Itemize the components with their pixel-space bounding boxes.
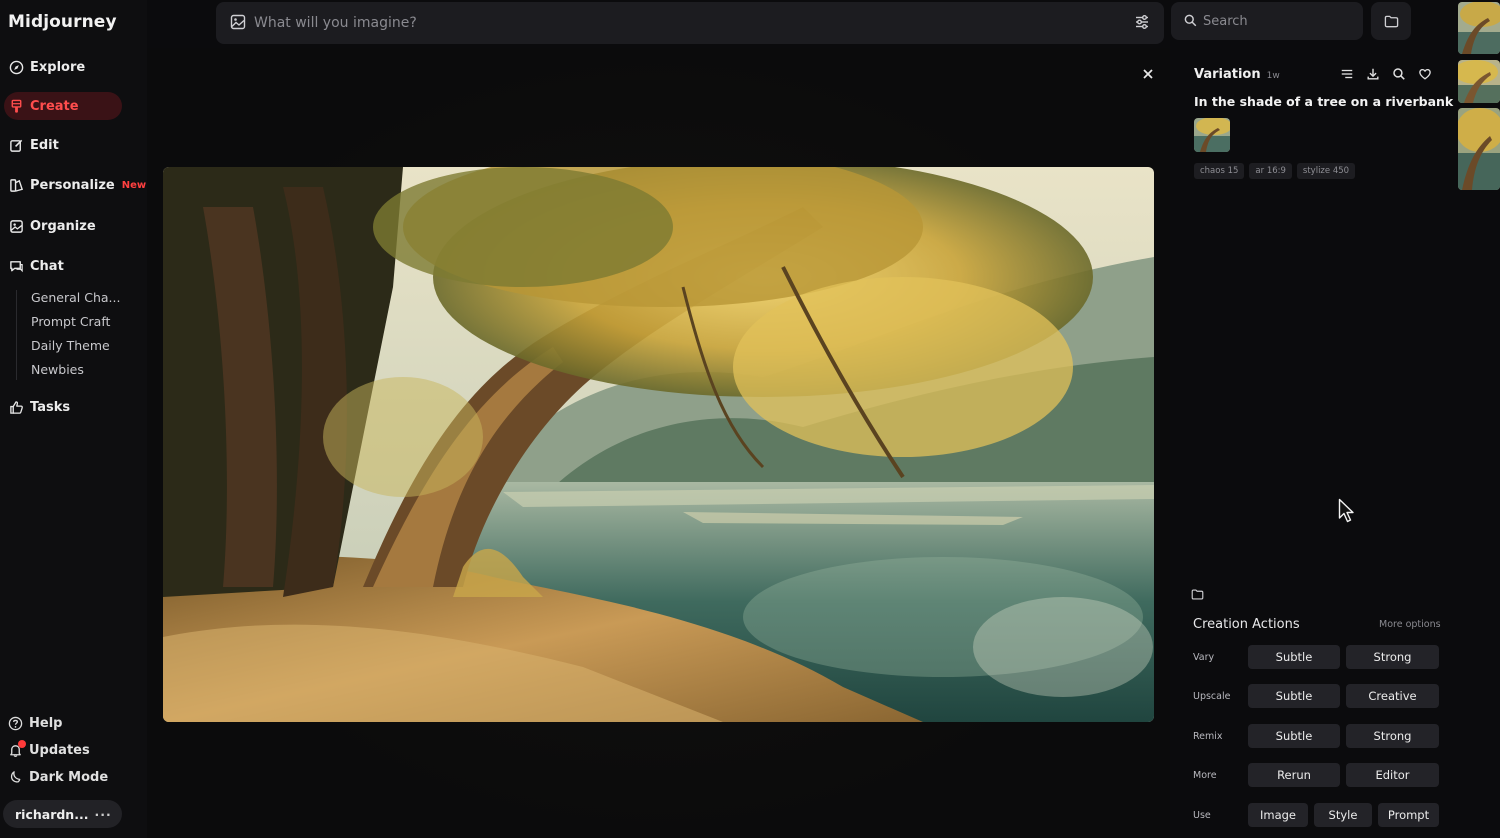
prompt-bar — [216, 2, 1164, 44]
nav-create[interactable]: Create — [4, 92, 122, 120]
nav-personalize-label: Personalize — [30, 177, 115, 193]
thumbnail-image — [1458, 2, 1500, 54]
detail-action-icons — [1340, 67, 1432, 81]
nav-organize[interactable]: Organize — [4, 212, 122, 240]
nav-chat-label: Chat — [30, 258, 64, 274]
reference-image — [1194, 118, 1230, 152]
prompt-input[interactable] — [254, 12, 1114, 34]
search-input[interactable] — [1203, 11, 1353, 31]
generated-image[interactable] — [163, 167, 1154, 722]
nav-explore-label: Explore — [30, 59, 86, 75]
close-icon[interactable] — [1140, 66, 1156, 82]
thumbnail-image — [1458, 60, 1500, 103]
nav-tasks[interactable]: Tasks — [4, 393, 122, 421]
parameter-chips: chaos 15 ar 16:9 stylize 450 — [1194, 163, 1356, 179]
dark-mode-toggle[interactable]: Dark Mode — [8, 770, 108, 785]
personalize-icon — [10, 178, 24, 192]
username: richardn... — [15, 806, 89, 822]
riverbank-painting — [163, 167, 1154, 722]
download-icon[interactable] — [1366, 67, 1380, 81]
remix-strong-button[interactable]: Strong — [1346, 724, 1439, 748]
folders-button[interactable] — [1371, 2, 1411, 40]
thumbnail[interactable] — [1458, 108, 1500, 190]
updates-link[interactable]: Updates — [8, 740, 90, 758]
row-label-vary: Vary — [1193, 652, 1215, 663]
detail-title: Variation 1w — [1194, 67, 1280, 82]
use-prompt-button[interactable]: Prompt — [1378, 803, 1439, 827]
heart-icon[interactable] — [1418, 67, 1432, 81]
chat-room-newbies[interactable]: Newbies — [31, 362, 84, 377]
detail-age: 1w — [1266, 71, 1280, 81]
chat-room-prompt-craft[interactable]: Prompt Craft — [31, 314, 110, 329]
chat-tree-line — [16, 290, 17, 380]
updates-icon-wrap — [8, 740, 26, 758]
param-stylize[interactable]: stylize 450 — [1296, 163, 1356, 179]
upscale-creative-button[interactable]: Creative — [1346, 684, 1439, 708]
search-icon — [1184, 14, 1197, 27]
nav-organize-label: Organize — [30, 218, 96, 234]
nav-personalize[interactable]: Personalize New! — [4, 171, 151, 199]
search-bar — [1171, 2, 1363, 40]
row-label-remix: Remix — [1193, 731, 1223, 742]
help-label: Help — [29, 716, 63, 731]
param-aspect-ratio[interactable]: ar 16:9 — [1249, 163, 1292, 179]
editor-button[interactable]: Editor — [1346, 763, 1439, 787]
folder-icon[interactable] — [1191, 588, 1204, 601]
image-upload-icon[interactable] — [230, 14, 246, 30]
nav-edit-label: Edit — [30, 137, 59, 153]
moon-icon — [10, 771, 21, 783]
vary-subtle-button[interactable]: Subtle — [1248, 645, 1340, 669]
search-similar-icon[interactable] — [1392, 67, 1406, 81]
reference-image-thumbnail[interactable] — [1194, 118, 1230, 152]
edit-icon — [10, 139, 23, 152]
row-label-use: Use — [1193, 810, 1211, 821]
thumbs-up-icon — [10, 400, 23, 414]
compass-icon — [9, 60, 24, 74]
nav-explore[interactable]: Explore — [4, 53, 122, 81]
chat-room-daily-theme[interactable]: Daily Theme — [31, 338, 110, 353]
help-link[interactable]: Help — [8, 716, 62, 731]
thumbnail[interactable] — [1458, 2, 1500, 54]
chat-room-general[interactable]: General Cha... — [31, 290, 120, 305]
rerun-button[interactable]: Rerun — [1248, 763, 1340, 787]
app-logo[interactable]: Midjourney — [8, 12, 117, 32]
prompt-text[interactable]: In the shade of a tree on a riverbank — [1194, 94, 1453, 109]
sidebar: Midjourney Explore Create Edit Personali… — [0, 0, 151, 838]
image-grid-icon — [10, 219, 23, 233]
chat-icon — [10, 260, 23, 272]
menu-lines-icon[interactable] — [1340, 67, 1354, 81]
remix-subtle-button[interactable]: Subtle — [1248, 724, 1340, 748]
sliders-icon[interactable] — [1134, 14, 1150, 30]
thumbnail-image — [1458, 108, 1500, 190]
nav-tasks-label: Tasks — [30, 399, 71, 415]
nav-edit[interactable]: Edit — [4, 131, 122, 159]
vary-strong-button[interactable]: Strong — [1346, 645, 1439, 669]
folder-icon — [1384, 15, 1398, 27]
thumbnail[interactable] — [1458, 60, 1500, 103]
row-label-more: More — [1193, 770, 1217, 781]
notification-dot — [18, 740, 26, 748]
user-menu-dots[interactable]: ··· — [94, 807, 111, 822]
more-options-link[interactable]: More options — [1379, 619, 1441, 630]
use-image-button[interactable]: Image — [1248, 803, 1308, 827]
brush-icon — [11, 99, 22, 113]
updates-label: Updates — [29, 743, 90, 758]
row-label-upscale: Upscale — [1193, 691, 1231, 702]
use-style-button[interactable]: Style — [1314, 803, 1372, 827]
upscale-subtle-button[interactable]: Subtle — [1248, 684, 1340, 708]
help-icon — [8, 716, 23, 731]
param-chaos[interactable]: chaos 15 — [1194, 163, 1245, 179]
nav-create-label: Create — [30, 98, 79, 114]
dark-mode-label: Dark Mode — [29, 770, 109, 785]
nav-chat[interactable]: Chat — [4, 252, 122, 280]
mouse-cursor-icon — [1338, 498, 1354, 523]
creation-actions-title: Creation Actions — [1193, 617, 1300, 632]
detail-title-text: Variation — [1194, 67, 1261, 82]
user-account-pill[interactable]: richardn... ··· — [3, 800, 122, 828]
